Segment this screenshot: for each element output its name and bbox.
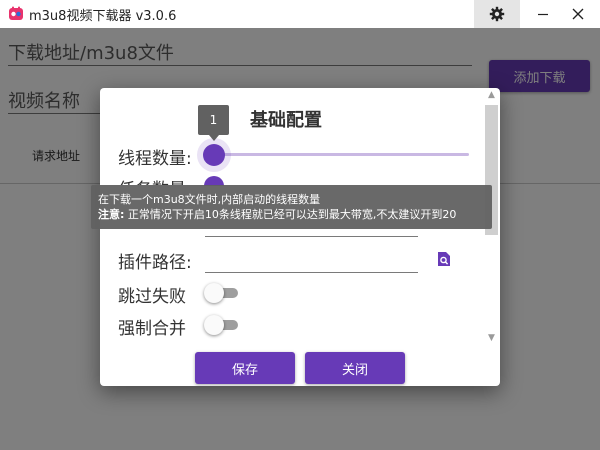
tooltip-line-2: 注意: 正常情况下开启10条线程就已经可以达到最大带宽,不太建议开到20 xyxy=(98,207,485,222)
scroll-down-arrow-icon[interactable]: ▼ xyxy=(486,333,497,345)
close-icon xyxy=(572,8,584,20)
threads-slider-thumb[interactable] xyxy=(203,144,225,166)
save-button[interactable]: 保存 xyxy=(195,352,295,384)
close-button[interactable] xyxy=(556,0,600,28)
gear-icon xyxy=(489,6,505,22)
skip-failed-label: 跳过失败 xyxy=(118,287,186,307)
toggle-knob xyxy=(204,315,224,335)
threads-slider-track[interactable] xyxy=(213,153,469,156)
window-title: m3u8视频下载器 v3.0.6 xyxy=(29,9,177,24)
tooltip-note-text: 正常情况下开启10条线程就已经可以达到最大带宽,不太建议开到20 xyxy=(124,208,457,221)
app-logo-icon xyxy=(9,6,23,20)
threads-tooltip: 在下载一个m3u8文件时,内部启动的线程数量 注意: 正常情况下开启10条线程就… xyxy=(91,185,492,229)
plugin-path-input[interactable] xyxy=(205,246,418,273)
threads-slider-value: 1 xyxy=(198,105,229,141)
close-dialog-button[interactable]: 关闭 xyxy=(305,352,405,384)
field-underline xyxy=(205,236,418,237)
dialog-title: 基础配置 xyxy=(250,110,322,131)
skip-failed-toggle[interactable] xyxy=(204,283,238,303)
tooltip-note-prefix: 注意: xyxy=(98,208,125,221)
minimize-icon xyxy=(538,13,548,16)
toggle-knob xyxy=(204,283,224,303)
title-bar: m3u8视频下载器 v3.0.6 xyxy=(0,0,600,28)
tasks-label: 任务数量: xyxy=(118,175,192,185)
scroll-up-arrow-icon[interactable]: ▲ xyxy=(486,90,497,102)
file-search-icon[interactable] xyxy=(437,251,451,267)
force-merge-toggle[interactable] xyxy=(204,315,238,335)
settings-button[interactable] xyxy=(474,0,520,28)
force-merge-label: 强制合并 xyxy=(118,319,186,339)
threads-label: 线程数量: xyxy=(118,149,192,169)
tooltip-line-1: 在下载一个m3u8文件时,内部启动的线程数量 xyxy=(98,193,321,206)
plugin-path-label: 插件路径: xyxy=(118,253,192,273)
settings-dialog: 基础配置 线程数量: 1 任务数量: 插件路径: 跳过失败 强制合并 ▲ ▼ 保… xyxy=(100,88,500,386)
